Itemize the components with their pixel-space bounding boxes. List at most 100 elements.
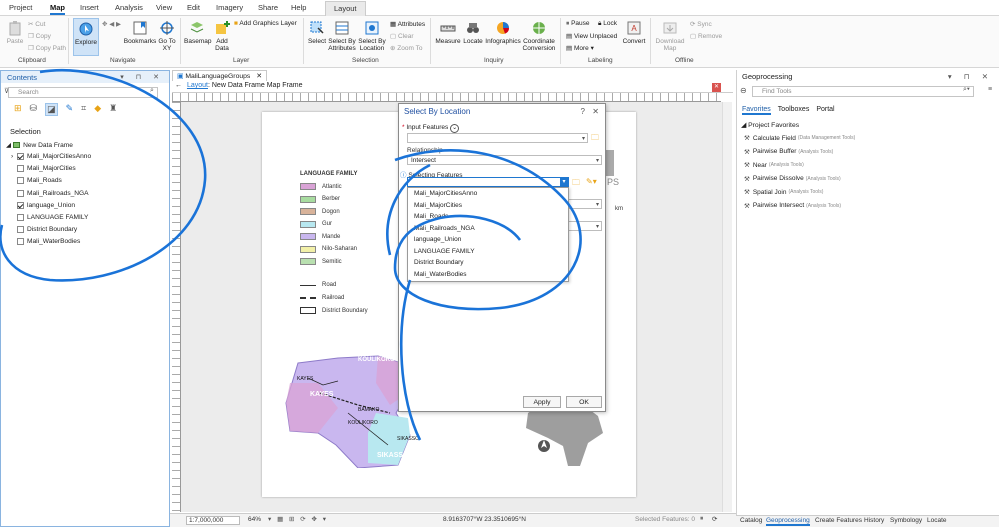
tab-favorites[interactable]: Favorites bbox=[742, 106, 771, 115]
ok-button[interactable]: OK bbox=[566, 396, 602, 408]
layer-visibility-checkbox[interactable] bbox=[17, 177, 24, 185]
hidden-field-2[interactable]: ▾ bbox=[566, 221, 602, 231]
tab-edit[interactable]: Edit bbox=[187, 3, 200, 12]
layer-visibility-checkbox[interactable] bbox=[17, 189, 24, 197]
tab-project[interactable]: Project bbox=[9, 3, 32, 12]
attributes-button[interactable]: ▦ Attributes bbox=[390, 20, 425, 28]
project-favorites-header[interactable]: ◢ Project Favorites bbox=[741, 121, 799, 129]
dropdown-option[interactable]: Mali_MajorCities bbox=[414, 202, 462, 209]
browse-folder-icon[interactable]: 🗀︎ bbox=[572, 177, 580, 191]
dropdown-option[interactable]: Mali_Railroads_NGA bbox=[414, 225, 475, 232]
search-icon[interactable]: ⌕ bbox=[150, 87, 154, 95]
dropdown-option[interactable]: Mali_Roads bbox=[414, 213, 448, 220]
sync-button[interactable]: ⟳ Sync bbox=[690, 20, 712, 28]
input-features-field[interactable]: ▾ bbox=[407, 133, 588, 143]
add-graphics-layer-button[interactable]: ■ Add Graphics Layer bbox=[234, 20, 297, 27]
relationship-select[interactable]: Intersect ▾ bbox=[407, 155, 602, 165]
tool-item[interactable]: ⚒ Pairwise Intersect (Analysis Tools) bbox=[744, 202, 841, 210]
zoom-level[interactable]: 64% bbox=[248, 516, 261, 523]
remove-button[interactable]: ▢ Remove bbox=[690, 32, 722, 40]
contents-search-input[interactable]: Search bbox=[8, 87, 158, 98]
layer-visibility-checkbox[interactable] bbox=[17, 165, 24, 173]
close-icon[interactable]: ✕ bbox=[592, 107, 599, 116]
tab-analysis[interactable]: Analysis bbox=[115, 3, 143, 12]
hidden-field-1[interactable]: ▾ bbox=[566, 199, 602, 209]
measure-button[interactable]: Measure bbox=[435, 20, 461, 45]
explore-button[interactable]: Explore bbox=[73, 18, 99, 56]
nav-arrows[interactable]: ✥ ◀ ▶ bbox=[102, 20, 121, 28]
bottom-tab[interactable]: Locate bbox=[927, 517, 947, 524]
back-arrow-icon[interactable]: ⊖ bbox=[740, 86, 747, 95]
view-tab[interactable]: ▣ MaliLanguageGroups ✕ bbox=[172, 70, 267, 81]
tool-item[interactable]: ⚒ Pairwise Buffer (Analysis Tools) bbox=[744, 148, 833, 156]
charts-icon[interactable]: ♜ bbox=[109, 103, 117, 116]
more-button[interactable]: ▤ More ▾ bbox=[566, 44, 594, 52]
layer-item[interactable]: Mali_Roads bbox=[17, 176, 62, 185]
tab-map[interactable]: Map bbox=[50, 3, 65, 15]
layer-visibility-checkbox[interactable] bbox=[17, 238, 24, 246]
layer-item[interactable]: District Boundary bbox=[17, 225, 77, 234]
pane-controls[interactable]: ▾ ⊓ ✕ bbox=[948, 72, 993, 81]
back-arrow-icon[interactable]: ← bbox=[175, 82, 182, 89]
search-icon[interactable]: ⌕▾ bbox=[963, 86, 970, 94]
layer-visibility-checkbox[interactable] bbox=[17, 214, 24, 221]
status-tools-icon[interactable]: ▾ ▦ ⊞ ⟳ ✥ ▾ bbox=[268, 515, 328, 523]
copy-button[interactable]: ❐ Copy bbox=[28, 32, 51, 40]
select-button[interactable]: Select bbox=[307, 20, 327, 45]
select-by-attributes-button[interactable]: Select By Attributes bbox=[328, 20, 356, 52]
bottom-tab[interactable]: Create Features bbox=[815, 517, 862, 524]
layer-item[interactable]: Mali_WaterBodies bbox=[17, 237, 80, 246]
tool-item[interactable]: ⚒ Spatial Join (Analysis Tools) bbox=[744, 188, 823, 197]
chevron-down-icon[interactable]: ▾ bbox=[560, 178, 568, 186]
tab-insert[interactable]: Insert bbox=[80, 3, 99, 12]
tab-layout[interactable]: Layout bbox=[325, 1, 366, 16]
bottom-tab[interactable]: Catalog bbox=[740, 517, 762, 524]
bookmarks-button[interactable]: Bookmarks bbox=[123, 20, 157, 45]
tool-item[interactable]: ⚒ Pairwise Dissolve (Analysis Tools) bbox=[744, 175, 841, 183]
data-source-icon[interactable]: ⛁ bbox=[30, 103, 38, 116]
infographics-button[interactable]: Infographics bbox=[485, 20, 521, 45]
lock-button[interactable]: 🔒︎ Lock bbox=[598, 20, 617, 28]
paste-button[interactable]: Paste bbox=[4, 20, 26, 45]
layer-item[interactable]: Mali_MajorCities bbox=[17, 164, 76, 173]
locate-button[interactable]: Locate bbox=[463, 20, 483, 45]
chevron-down-icon[interactable]: ◢ bbox=[6, 141, 11, 149]
layer-item[interactable]: Mali_Railroads_NGA bbox=[17, 189, 89, 198]
apply-button[interactable]: Apply bbox=[523, 396, 561, 408]
clear-button[interactable]: ▢ Clear bbox=[390, 32, 414, 40]
tab-share[interactable]: Share bbox=[258, 3, 278, 12]
pause-button[interactable]: ⏸ Pause bbox=[566, 20, 590, 28]
select-by-location-button[interactable]: Select By Location bbox=[357, 20, 387, 52]
coordinate-conversion-button[interactable]: Coordinate Conversion bbox=[522, 20, 556, 52]
sketch-icon[interactable]: ✎▾ bbox=[586, 177, 597, 186]
tab-portal[interactable]: Portal bbox=[816, 106, 834, 115]
dropdown-option[interactable]: LANGUAGE FAMILY bbox=[414, 248, 475, 255]
vertical-scrollbar[interactable] bbox=[722, 102, 732, 512]
filter-icon[interactable]: ⊽ bbox=[4, 87, 9, 95]
labeling-icon[interactable]: ◆ bbox=[94, 103, 101, 116]
download-map-button[interactable]: Download Map bbox=[654, 20, 686, 52]
bottom-tab[interactable]: Symbology bbox=[890, 517, 922, 524]
dropdown-option[interactable]: Mali_WaterBodies bbox=[414, 271, 467, 278]
layer-visibility-checkbox[interactable] bbox=[17, 226, 24, 234]
selecting-features-field[interactable]: ▾ bbox=[407, 177, 569, 187]
layer-item[interactable]: › Mali_MajorCitiesAnno bbox=[11, 152, 91, 161]
tab-toolboxes[interactable]: Toolboxes bbox=[778, 106, 810, 115]
layer-item[interactable]: language_Union bbox=[17, 201, 75, 210]
snapping-icon[interactable]: ⌗ bbox=[81, 103, 86, 116]
data-frame-item[interactable]: ◢ New Data Frame bbox=[6, 141, 73, 150]
add-data-button[interactable]: Add Data bbox=[212, 20, 232, 52]
basemap-button[interactable]: Basemap bbox=[184, 20, 211, 45]
bottom-tab[interactable]: History bbox=[864, 517, 884, 524]
tool-item[interactable]: ⚒ Calculate Field (Data Management Tools) bbox=[744, 134, 855, 143]
layer-item[interactable]: LANGUAGE FAMILY bbox=[17, 213, 88, 222]
close-icon[interactable]: ✕ bbox=[256, 73, 262, 80]
tab-help[interactable]: Help bbox=[291, 3, 306, 12]
convert-button[interactable]: A Convert bbox=[622, 20, 646, 45]
layer-visibility-checkbox[interactable] bbox=[17, 153, 24, 160]
tool-item[interactable]: ⚒ Near (Analysis Tools) bbox=[744, 161, 804, 170]
pause-drawing-icon[interactable]: ⏸ bbox=[700, 515, 703, 523]
dropdown-option[interactable]: language_Union bbox=[414, 236, 461, 243]
zoom-to-button[interactable]: ⊕ Zoom To bbox=[390, 44, 422, 52]
copy-path-button[interactable]: ❐ Copy Path bbox=[28, 44, 66, 52]
